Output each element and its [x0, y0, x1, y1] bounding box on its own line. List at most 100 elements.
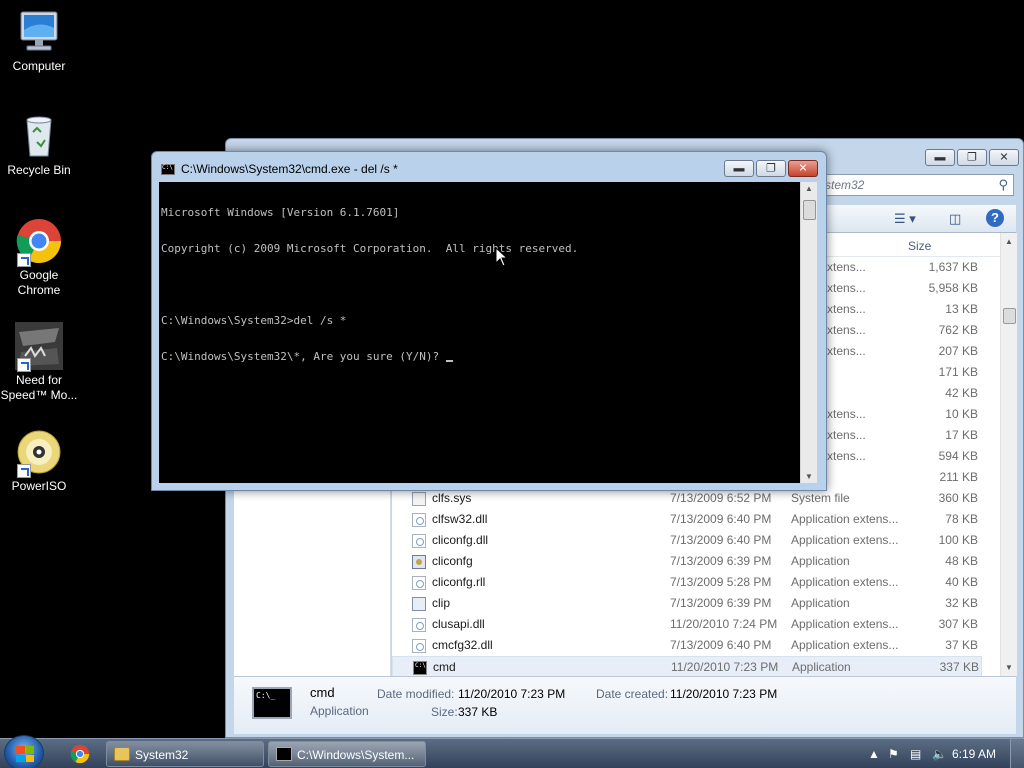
table-row[interactable]: cmd 11/20/2010 7:23 PM Application 337 KB [392, 656, 982, 676]
scroll-down-icon[interactable]: ▼ [805, 472, 813, 481]
close-button[interactable]: ✕ [989, 149, 1019, 166]
need-for-speed-icon [15, 322, 63, 372]
file-size: 1,637 KB [928, 260, 978, 274]
cmd-thumbnail-icon: C:\_ [252, 687, 292, 719]
file-name: clfsw32.dll [432, 512, 488, 526]
file-date: 11/20/2010 7:24 PM [670, 617, 778, 631]
details-size: 337 KB [458, 705, 498, 719]
maximize-icon: ❐ [766, 162, 776, 174]
file-name: cliconfg.dll [432, 533, 489, 547]
table-row[interactable]: cliconfg.dll 7/13/2009 6:40 PM Application… [392, 530, 982, 551]
file-size: 360 KB [938, 491, 978, 505]
desktop-icon-computer[interactable]: Computer [0, 8, 78, 74]
console-prompt-line: C:\Windows\System32\*, Are you sure (Y/N… [161, 351, 798, 363]
details-name: cmd [310, 685, 335, 700]
table-row[interactable]: clusapi.dll 11/20/2010 7:24 PM Application… [392, 614, 982, 635]
table-row[interactable]: clfsw32.dll 7/13/2009 6:40 PM Application … [392, 509, 982, 530]
clock[interactable]: 6:19 AM [952, 747, 996, 761]
search-icon[interactable]: ⚲ [998, 177, 1008, 193]
maximize-button[interactable]: ❐ [957, 149, 987, 166]
action-center-flag-icon[interactable]: ⚑ [888, 747, 899, 761]
file-size: 32 KB [945, 596, 978, 610]
console-scrollbar[interactable]: ▲ ▼ [800, 182, 817, 483]
volume-icon[interactable]: 🔈 [932, 747, 947, 761]
details-date-modified: 11/20/2010 7:23 PM [458, 687, 566, 701]
cmd-maximize-button[interactable]: ❐ [756, 160, 786, 177]
table-row[interactable]: clip 7/13/2009 6:39 PM Application 32 KB [392, 593, 982, 614]
desktop-icon-poweriso[interactable]: PowerISO [0, 428, 78, 494]
views-icon[interactable]: ☰ ▾ [894, 211, 916, 227]
file-list-scrollbar[interactable]: ▲ ▼ [1000, 233, 1017, 676]
file-size: 10 KB [945, 407, 978, 421]
details-type: Application [310, 704, 369, 718]
file-name: clip [432, 596, 451, 610]
search-placeholder: stem32 [825, 178, 865, 192]
taskbar-button-label: C:\Windows\System... [297, 748, 415, 762]
table-row[interactable]: cliconfg 7/13/2009 6:39 PM Application 48 K… [392, 551, 982, 572]
desktop-icon-label: PowerISO [11, 479, 67, 493]
file-size: 40 KB [945, 575, 978, 589]
start-button[interactable] [4, 735, 44, 768]
taskbar-chrome-pin[interactable] [70, 744, 92, 766]
scroll-up-icon[interactable]: ▲ [805, 184, 813, 193]
file-size: 37 KB [945, 638, 978, 652]
search-input[interactable]: stem32 ⚲ [818, 174, 1014, 196]
poweriso-icon [15, 428, 63, 478]
console-line: Microsoft Windows [Version 6.1.7601] [161, 206, 400, 219]
file-size: 337 KB [939, 660, 979, 674]
cmd-close-button[interactable]: ✕ [788, 160, 818, 177]
windows-logo-icon [16, 746, 34, 762]
taskbar-button-label: System32 [135, 748, 189, 762]
file-name: clfs.sys [432, 491, 472, 505]
file-size: 100 KB [938, 533, 978, 547]
show-desktop-button[interactable] [1010, 739, 1024, 768]
desktop-icon-need-for-speed[interactable]: Need for Speed™ Mo... [0, 322, 78, 403]
details-date-modified-label: Date modified: [377, 687, 455, 701]
scrollbar-thumb[interactable] [1003, 308, 1016, 324]
computer-icon [15, 8, 63, 56]
cmd-window[interactable]: C:\Windows\System32\cmd.exe - del /s * ▬… [151, 151, 827, 491]
table-row[interactable]: cmcfg32.dll 7/13/2009 6:40 PM Application … [392, 635, 982, 656]
preview-pane-icon[interactable]: ◫ [949, 211, 961, 227]
desktop-icon-label: Google Chrome [17, 268, 61, 297]
help-icon[interactable]: ? [986, 209, 1004, 227]
shortcut-arrow-icon [17, 358, 31, 372]
file-size: 211 KB [939, 470, 978, 484]
file-size: 13 KB [945, 302, 978, 316]
file-dll-icon [412, 639, 426, 653]
network-icon[interactable]: ▤ [910, 747, 921, 761]
file-type: Application [791, 596, 850, 610]
file-name: cmd [433, 660, 456, 674]
show-hidden-icons-icon[interactable]: ▲ [868, 747, 880, 761]
minimize-button[interactable]: ▬ [925, 149, 955, 166]
taskbar-button-system32[interactable]: System32 [106, 741, 264, 767]
desktop-icon-google-chrome[interactable]: Google Chrome [0, 217, 78, 298]
taskbar-button-cmd[interactable]: C:\Windows\System... [268, 741, 426, 767]
table-row[interactable]: clfs.sys 7/13/2009 6:52 PM System file 360 … [392, 488, 982, 509]
column-header-size[interactable]: Size [908, 239, 931, 253]
file-size: 5,958 KB [928, 281, 978, 295]
file-date: 7/13/2009 6:40 PM [670, 533, 772, 547]
scroll-down-icon[interactable]: ▼ [1005, 663, 1013, 672]
file-type: Application extens... [791, 617, 899, 631]
file-type: Application [792, 660, 851, 674]
system-tray: ▲ ⚑ ▤ 🔈 6:19 AM [834, 739, 1024, 768]
desktop-icon-recycle-bin[interactable]: Recycle Bin [0, 112, 78, 178]
table-row[interactable]: cliconfg.rll 7/13/2009 5:28 PM Application… [392, 572, 982, 593]
scrollbar-thumb[interactable] [803, 200, 816, 220]
file-date: 7/13/2009 6:40 PM [670, 638, 772, 652]
details-date-created-label: Date created: [596, 687, 669, 701]
scroll-up-icon[interactable]: ▲ [1005, 237, 1013, 246]
file-date: 7/13/2009 6:39 PM [670, 554, 772, 568]
file-date: 7/13/2009 6:39 PM [670, 596, 772, 610]
cmd-minimize-button[interactable]: ▬ [724, 160, 754, 177]
file-date: 7/13/2009 6:52 PM [670, 491, 772, 505]
chrome-icon [70, 744, 90, 764]
close-icon: ✕ [798, 162, 808, 174]
console-output[interactable]: Microsoft Windows [Version 6.1.7601] Cop… [159, 182, 800, 483]
details-pane: C:\_ cmd Application Date modified: 11/2… [234, 676, 1016, 734]
console-line: Copyright (c) 2009 Microsoft Corporation… [161, 242, 579, 255]
file-type: System file [791, 491, 850, 505]
file-name: cmcfg32.dll [432, 638, 493, 652]
